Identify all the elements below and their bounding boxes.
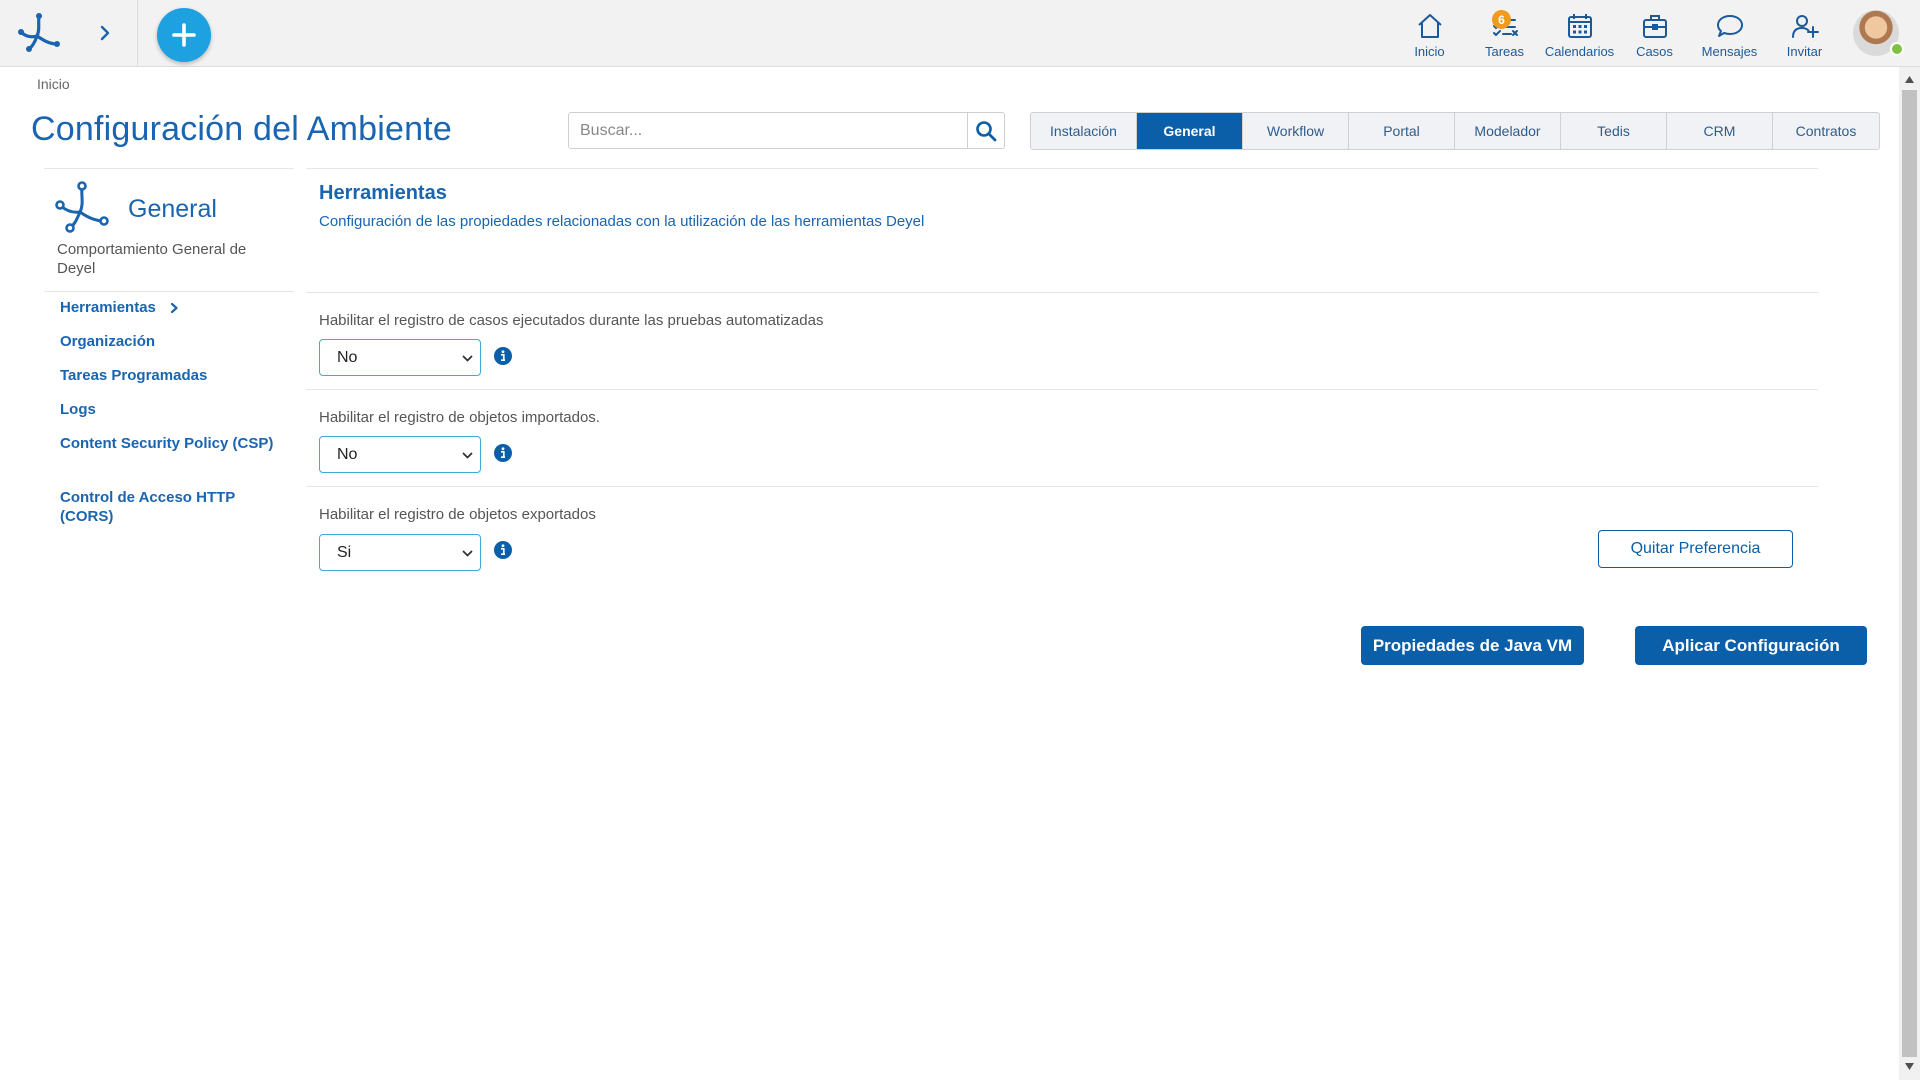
nav-label: Inicio (1414, 44, 1445, 59)
user-menu[interactable] (1846, 0, 1906, 67)
field-label: Habilitar el registro de objetos importa… (319, 409, 600, 426)
select-value: Si (337, 543, 352, 561)
chevron-right-icon[interactable] (95, 22, 115, 44)
scrollbar-thumb[interactable] (1902, 90, 1917, 1057)
search-icon (976, 120, 997, 141)
sidebar-item-herramientas[interactable]: Herramientas (60, 298, 180, 317)
chevron-down-icon (462, 550, 473, 557)
chevron-down-icon (462, 452, 473, 459)
section-description: Comportamiento General de Deyel (57, 241, 247, 277)
online-status-indicator (1890, 42, 1904, 56)
nav-casos[interactable]: Casos (1617, 0, 1692, 67)
config-tabs: Instalación General Workflow Portal Mode… (1030, 112, 1880, 150)
chevron-down-icon (462, 355, 473, 362)
page-scrollbar[interactable] (1899, 67, 1920, 1080)
apply-configuration-button[interactable]: Aplicar Configuración (1635, 626, 1867, 665)
sidebar-item-csp[interactable]: Content Security Policy (CSP) (60, 434, 273, 453)
calendar-icon (1567, 14, 1592, 38)
sidebar-item-label: Logs (60, 401, 96, 418)
nav-calendarios[interactable]: Calendarios (1542, 0, 1617, 67)
divider (306, 486, 1818, 487)
tab-modelador[interactable]: Modelador (1455, 113, 1561, 149)
tab-general[interactable]: General (1137, 113, 1243, 149)
divider (44, 291, 294, 292)
tasks-count-badge: 6 (1492, 10, 1511, 29)
plus-icon (172, 23, 196, 47)
sidebar-item-label: Control de Acceso HTTP (CORS) (60, 489, 236, 525)
chevron-right-icon (170, 302, 178, 313)
divider (44, 168, 294, 169)
nav-inicio[interactable]: Inicio (1392, 0, 1467, 67)
nav-label: Mensajes (1701, 44, 1758, 59)
exported-objects-log-select[interactable]: Si (319, 534, 481, 571)
tab-instalacion[interactable]: Instalación (1031, 113, 1137, 149)
field-label: Habilitar el registro de objetos exporta… (319, 506, 596, 523)
deyel-logo-icon[interactable] (16, 10, 62, 56)
divider (306, 389, 1818, 390)
sidebar-item-label: Organización (60, 333, 156, 350)
logo-block (0, 0, 138, 67)
sidebar-item-tareas-programadas[interactable]: Tareas Programadas (60, 366, 207, 385)
nav-label: Tareas (1484, 44, 1525, 59)
sidebar-item-cors[interactable]: Control de Acceso HTTP (CORS) (60, 488, 260, 526)
search-button[interactable] (967, 113, 1004, 148)
tab-tedis[interactable]: Tedis (1561, 113, 1667, 149)
imported-objects-log-select[interactable]: No (319, 436, 481, 473)
general-section-icon (55, 181, 109, 233)
divider (306, 292, 1818, 293)
panel-title: Herramientas (319, 182, 447, 204)
sidebar-item-label: Tareas Programadas (60, 367, 208, 384)
nav-invitar[interactable]: Invitar (1767, 0, 1842, 67)
field-label: Habilitar el registro de casos ejecutado… (319, 312, 824, 329)
create-new-button[interactable] (157, 8, 211, 62)
nav-label: Casos (1636, 44, 1673, 59)
home-icon (1417, 14, 1442, 38)
remove-preference-button[interactable]: Quitar Preferencia (1598, 530, 1793, 568)
info-icon[interactable] (493, 346, 513, 366)
sidebar-item-label: Content Security Policy (CSP) (60, 435, 274, 452)
section-name: General (128, 195, 217, 223)
sidebar-item-logs[interactable]: Logs (60, 400, 96, 419)
chat-bubble-icon (1716, 15, 1743, 37)
breadcrumb[interactable]: Inicio (37, 76, 70, 92)
nav-label: Invitar (1786, 44, 1823, 59)
info-icon[interactable] (493, 540, 513, 560)
nav-mensajes[interactable]: Mensajes (1692, 0, 1767, 67)
tab-portal[interactable]: Portal (1349, 113, 1455, 149)
automated-tests-log-select[interactable]: No (319, 339, 481, 376)
main-nav: Inicio 6 Tareas Calendarios Casos Mensaj… (1392, 0, 1920, 67)
nav-label: Calendarios (1544, 44, 1615, 59)
info-icon[interactable] (493, 443, 513, 463)
briefcase-icon (1642, 15, 1667, 38)
search-box (568, 112, 1005, 149)
search-input[interactable] (569, 113, 967, 148)
sidebar-item-organizacion[interactable]: Organización (60, 332, 155, 351)
sidebar-item-label: Herramientas (60, 299, 156, 316)
tab-contratos[interactable]: Contratos (1773, 113, 1879, 149)
scroll-up-arrow-icon[interactable] (1904, 75, 1915, 84)
scroll-down-arrow-icon[interactable] (1904, 1062, 1915, 1071)
top-bar: Inicio 6 Tareas Calendarios Casos Mensaj… (0, 0, 1920, 67)
page-title: Configuración del Ambiente (31, 110, 453, 148)
nav-tareas[interactable]: 6 Tareas (1467, 0, 1542, 67)
tab-workflow[interactable]: Workflow (1243, 113, 1349, 149)
tab-crm[interactable]: CRM (1667, 113, 1773, 149)
java-vm-properties-button[interactable]: Propiedades de Java VM (1361, 626, 1584, 665)
divider (306, 168, 1818, 169)
add-user-icon (1791, 15, 1819, 38)
select-value: No (337, 445, 358, 463)
panel-description: Configuración de las propiedades relacio… (319, 213, 925, 230)
select-value: No (337, 348, 358, 366)
